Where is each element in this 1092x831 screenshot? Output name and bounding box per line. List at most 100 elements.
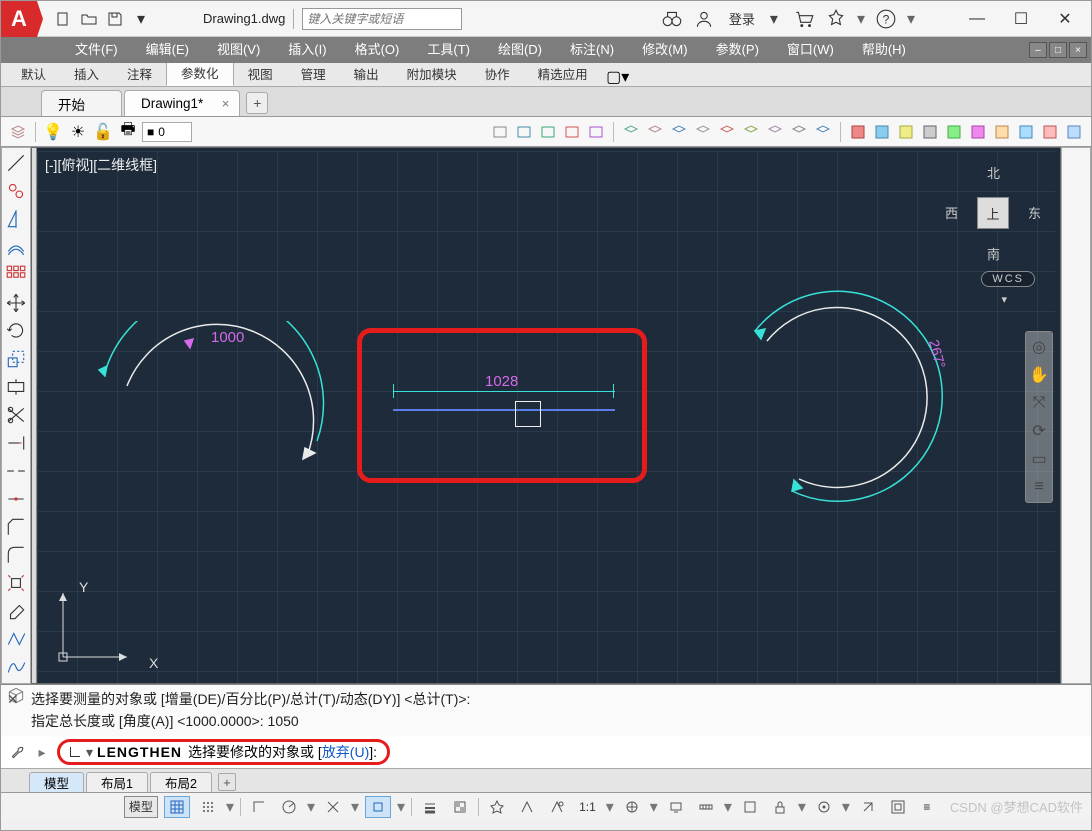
steering-wheel-icon[interactable]: ◎ <box>1028 336 1050 358</box>
add-layout-button[interactable]: + <box>218 773 236 791</box>
wcs-dropdown-icon[interactable]: ▾ <box>1001 293 1009 306</box>
cart-icon[interactable] <box>793 8 815 30</box>
copy-icon[interactable] <box>5 180 27 202</box>
props-tool-7-icon[interactable] <box>991 121 1013 143</box>
lock-icon[interactable]: 🔓 <box>92 121 114 143</box>
save-icon[interactable] <box>103 7 127 31</box>
osnap-toggle-icon[interactable] <box>365 796 391 818</box>
vc-north[interactable]: 北 <box>987 163 1000 182</box>
layer-state-icon[interactable] <box>489 121 511 143</box>
layer-match-icon[interactable] <box>585 121 607 143</box>
props-tool-5-icon[interactable] <box>943 121 965 143</box>
ribbon-tab-output[interactable]: 输出 <box>340 61 393 86</box>
offset-icon[interactable] <box>5 236 27 258</box>
isodraft-icon[interactable] <box>321 796 345 818</box>
trim-icon[interactable] <box>5 404 27 426</box>
ribbon-tab-featured[interactable]: 精选应用 <box>524 61 602 86</box>
ribbon-tab-collab[interactable]: 协作 <box>471 61 524 86</box>
pan-icon[interactable]: ✋ <box>1028 364 1050 386</box>
menu-format[interactable]: 格式(O) <box>341 37 414 63</box>
layer-tool-1-icon[interactable] <box>620 121 642 143</box>
props-tool-3-icon[interactable] <box>895 121 917 143</box>
menu-modify[interactable]: 修改(M) <box>628 37 702 63</box>
plot-icon[interactable]: 🖶 <box>117 121 139 143</box>
lwt-toggle-icon[interactable] <box>418 796 442 818</box>
close-tab-icon[interactable]: × <box>222 96 230 111</box>
wcs-badge[interactable]: WCS <box>981 271 1035 287</box>
qat-more-icon[interactable]: ▾ <box>129 7 153 31</box>
ribbon-tab-insert[interactable]: 插入 <box>60 61 113 86</box>
orbit-icon[interactable]: ⟳ <box>1028 420 1050 442</box>
ribbon-tab-parametric[interactable]: 参数化 <box>166 59 234 86</box>
menu-tools[interactable]: 工具(T) <box>413 37 484 63</box>
open-icon[interactable] <box>77 7 101 31</box>
props-tool-1-icon[interactable] <box>847 121 869 143</box>
props-tool-10-icon[interactable] <box>1063 121 1085 143</box>
ribbon-tab-manage[interactable]: 管理 <box>287 61 340 86</box>
customize-icon[interactable]: ≡ <box>916 796 938 818</box>
menu-window[interactable]: 窗口(W) <box>773 37 848 63</box>
showmotion-icon[interactable]: ▭ <box>1028 448 1050 470</box>
layer-off-icon[interactable] <box>561 121 583 143</box>
layer-tool-5-icon[interactable] <box>716 121 738 143</box>
annovis-icon[interactable] <box>545 796 569 818</box>
vc-top-face[interactable]: 上 <box>977 197 1009 229</box>
break-icon[interactable] <box>5 460 27 482</box>
new-icon[interactable] <box>51 7 75 31</box>
binoculars-icon[interactable] <box>661 8 683 30</box>
scale-label[interactable]: 1:1 <box>575 796 600 818</box>
qp-icon[interactable] <box>738 796 762 818</box>
layer-tool-4-icon[interactable] <box>692 121 714 143</box>
hwaccel-icon[interactable] <box>856 796 880 818</box>
layout-tab-2[interactable]: 布局2 <box>150 772 212 792</box>
annomon-icon[interactable] <box>664 796 688 818</box>
menu-file[interactable]: 文件(F) <box>61 37 132 63</box>
layer-iso-icon[interactable] <box>513 121 535 143</box>
app-menu-icon[interactable] <box>825 8 847 30</box>
drawing-canvas[interactable]: [-][俯视][二维线框] 北 南 东 西 上 WCS ▾ ◎ ✋ ⤧ ⟳ ▭ … <box>31 147 1061 684</box>
search-input[interactable] <box>302 8 462 30</box>
layer-freeze-icon[interactable] <box>537 121 559 143</box>
menu-insert[interactable]: 插入(I) <box>274 37 340 63</box>
ribbon-tab-view[interactable]: 视图 <box>234 61 287 86</box>
menu-draw[interactable]: 绘图(D) <box>484 37 556 63</box>
iso-obj-icon[interactable] <box>812 796 836 818</box>
vc-south[interactable]: 南 <box>987 244 1000 263</box>
mdi-close-button[interactable]: × <box>1069 42 1087 58</box>
sc-toggle-icon[interactable] <box>485 796 509 818</box>
doc-tab-start[interactable]: 开始 <box>41 90 122 116</box>
ribbon-overflow-icon[interactable]: ▢▾ <box>608 68 628 86</box>
layer-properties-icon[interactable] <box>7 121 29 143</box>
transparency-icon[interactable] <box>448 796 472 818</box>
mdi-minimize-button[interactable]: – <box>1029 42 1047 58</box>
ribbon-tab-annotate[interactable]: 注释 <box>113 61 166 86</box>
menu-dimension[interactable]: 标注(N) <box>556 37 628 63</box>
help-icon[interactable]: ? <box>875 8 897 30</box>
move-icon[interactable] <box>5 292 27 314</box>
polar-toggle-icon[interactable] <box>277 796 301 818</box>
props-tool-4-icon[interactable] <box>919 121 941 143</box>
doc-tab-drawing1[interactable]: Drawing1*× <box>124 90 240 116</box>
cmd-chevron-icon[interactable]: ▸ <box>33 743 51 761</box>
layer-selector[interactable]: ■ 0 <box>142 122 192 142</box>
layout-tab-model[interactable]: 模型 <box>29 772 84 792</box>
view-label[interactable]: [-][俯视][二维线框] <box>45 155 157 175</box>
dropdown-icon[interactable]: ▾ <box>765 10 783 28</box>
props-tool-6-icon[interactable] <box>967 121 989 143</box>
layer-tool-7-icon[interactable] <box>764 121 786 143</box>
annoscale-icon[interactable] <box>515 796 539 818</box>
prompt-option[interactable]: 放弃(U) <box>322 742 369 762</box>
add-tab-button[interactable]: + <box>246 92 268 114</box>
vc-west[interactable]: 西 <box>945 203 958 222</box>
vc-east[interactable]: 东 <box>1028 203 1041 222</box>
command-history[interactable]: ✕ 选择要测量的对象或 [增量(DE)/百分比(P)/总计(T)/动态(DY)]… <box>1 685 1091 736</box>
join-icon[interactable] <box>5 488 27 510</box>
command-input-row[interactable]: ▸ ▾ LENGTHEN 选择要修改的对象或 [放弃(U)]: <box>1 736 1091 768</box>
status-model-button[interactable]: 模型 <box>124 796 158 818</box>
extend-icon[interactable] <box>5 432 27 454</box>
close-button[interactable]: ✕ <box>1043 5 1087 33</box>
lightbulb-on-icon[interactable]: 💡 <box>42 121 64 143</box>
chamfer-icon[interactable] <box>5 516 27 538</box>
stretch-icon[interactable] <box>5 376 27 398</box>
layer-tool-9-icon[interactable] <box>812 121 834 143</box>
